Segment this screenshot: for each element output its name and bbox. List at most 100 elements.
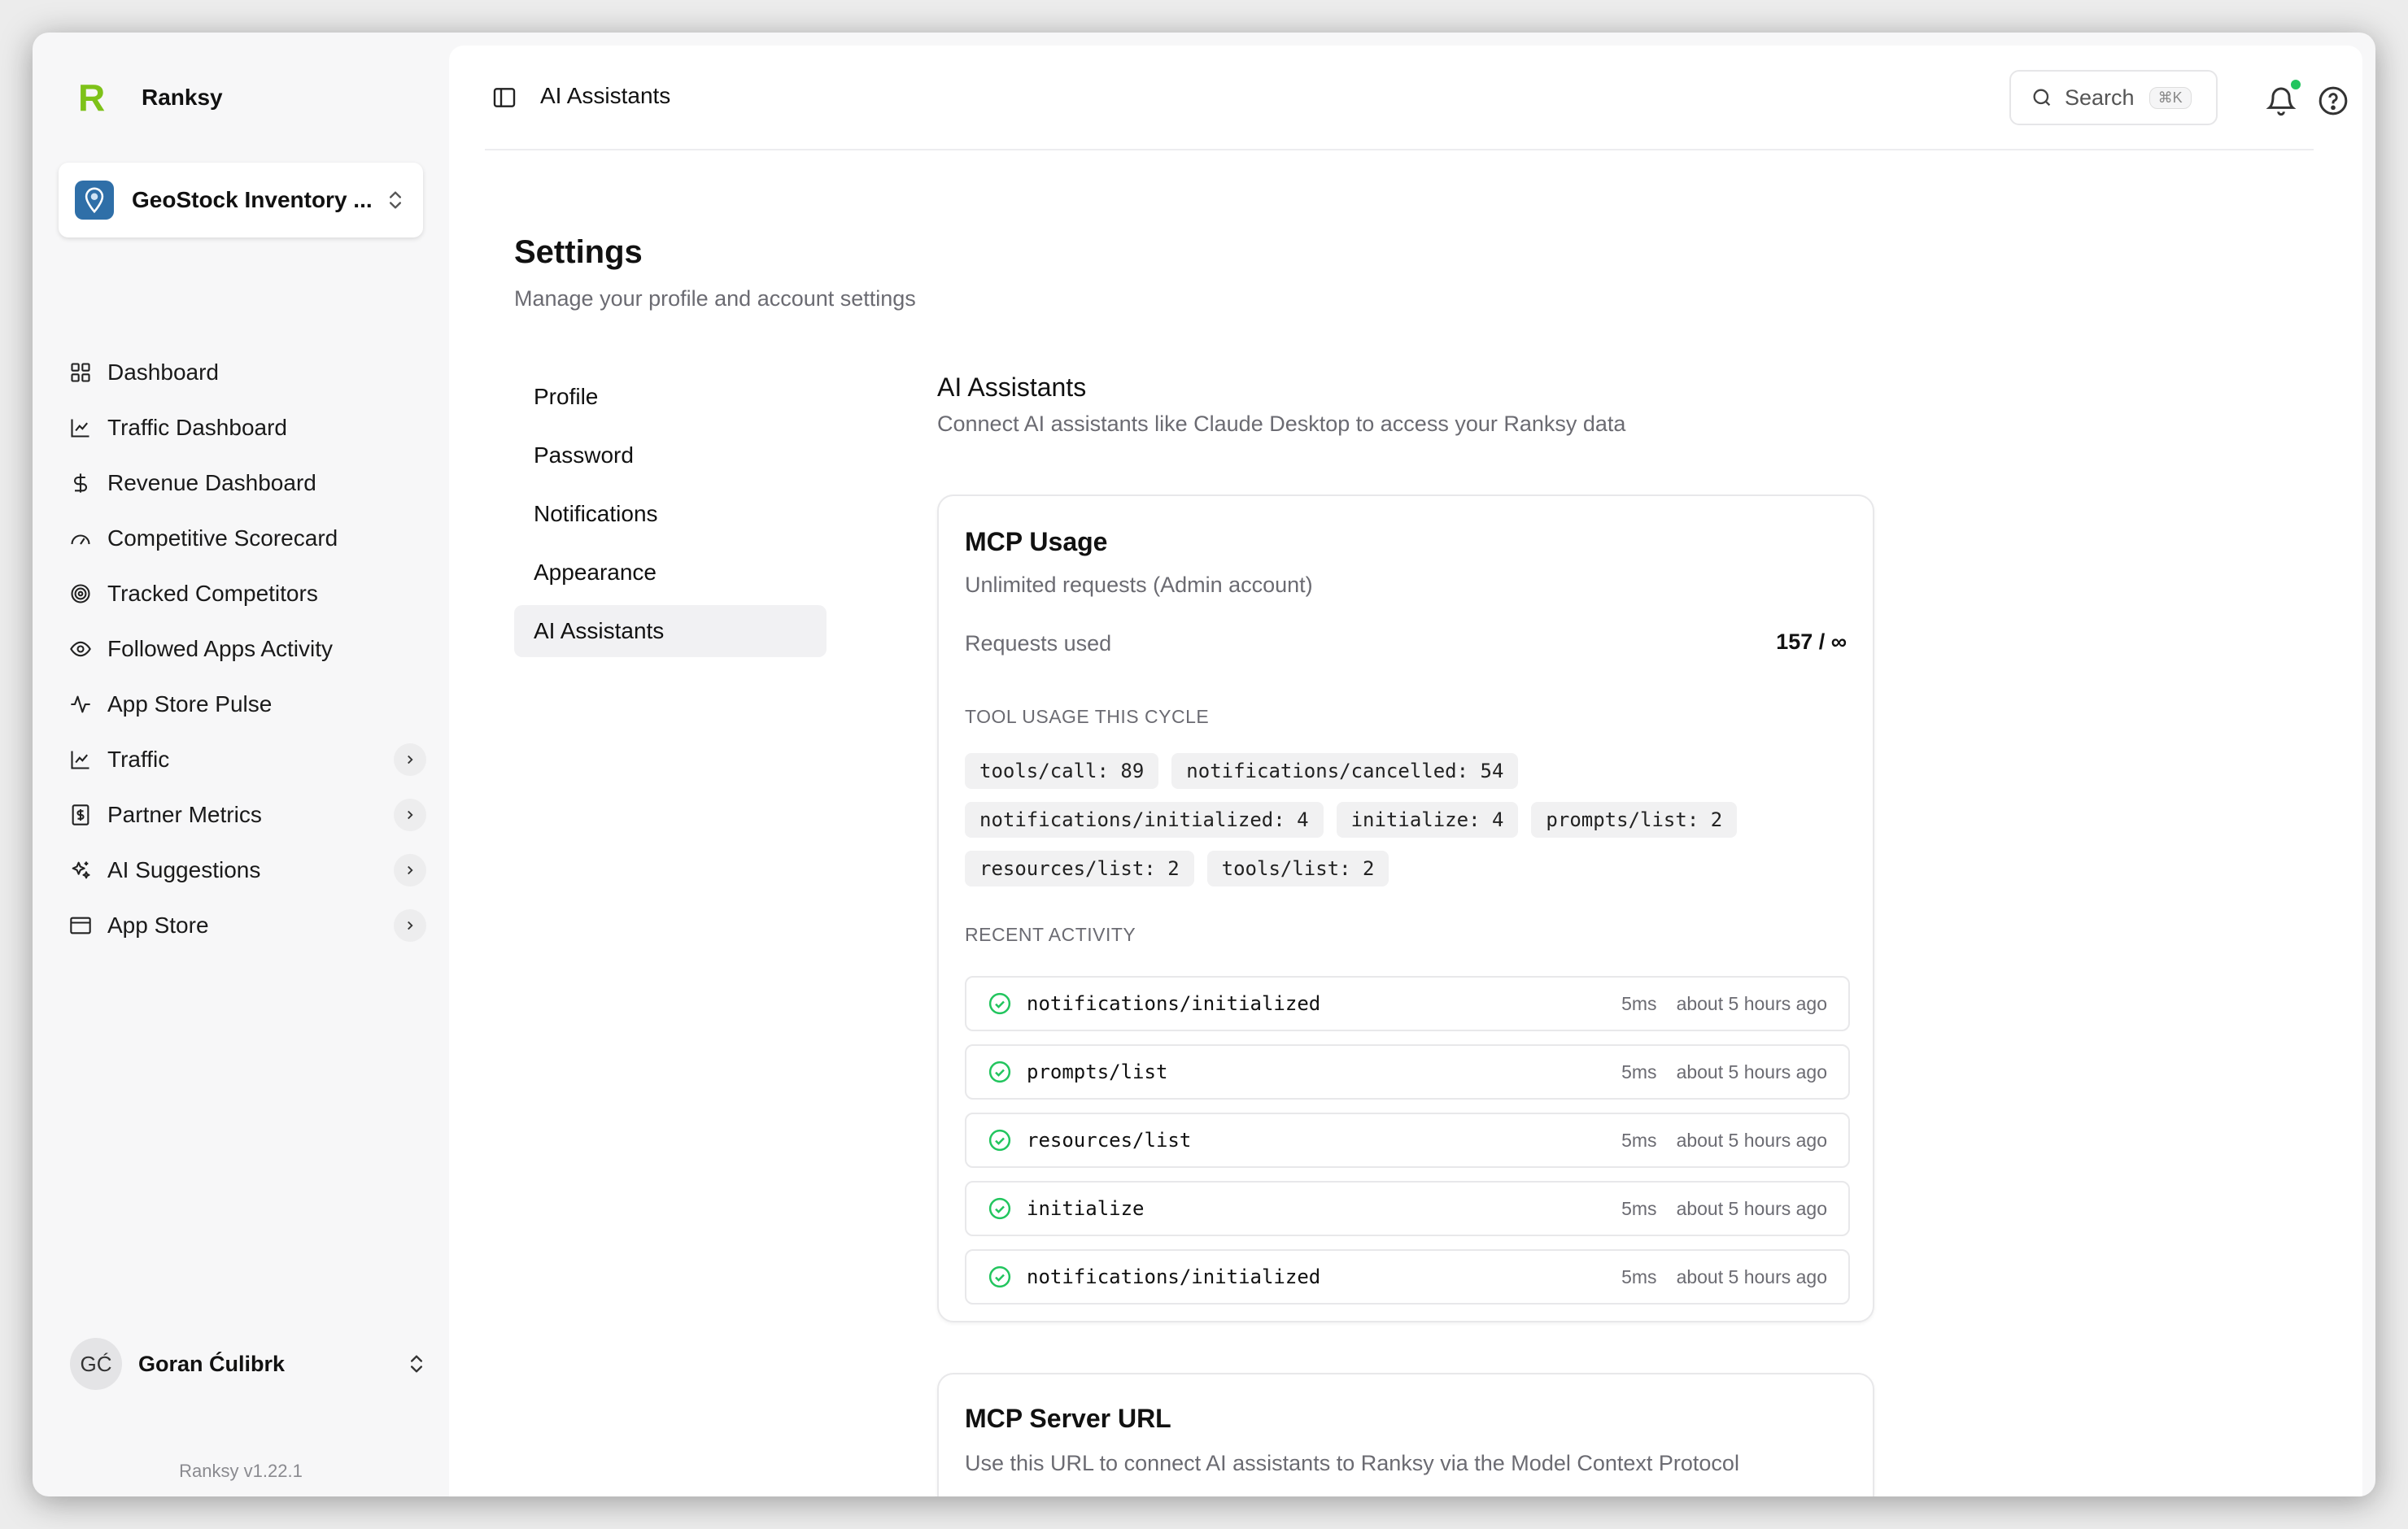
list-item: notifications/initialized 5ms about 5 ho…	[965, 976, 1850, 1031]
section-title: AI Assistants	[937, 372, 1087, 402]
recent-activity-list: notifications/initialized 5ms about 5 ho…	[965, 976, 1850, 1318]
sidebar-item-label: AI Suggestions	[107, 857, 261, 882]
brand-name: Ranksy	[142, 85, 223, 110]
sidebar-item-tracked-competitors[interactable]: Tracked Competitors	[68, 566, 426, 621]
activity-time: about 5 hours ago	[1676, 1197, 1827, 1219]
user-menu[interactable]: GĆ Goran Ćulibrk	[70, 1337, 428, 1391]
activity-time: about 5 hours ago	[1676, 1129, 1827, 1151]
tool-usage-chip: prompts/list: 2	[1531, 802, 1738, 838]
page-title: Settings	[514, 234, 643, 270]
sidebar-item-label: Followed Apps Activity	[107, 636, 334, 661]
tool-usage-heading: TOOL USAGE THIS CYCLE	[965, 706, 1210, 727]
search-button[interactable]: Search ⌘K	[2009, 70, 2218, 125]
workspace-switcher[interactable]: GeoStock Inventory ...	[59, 163, 423, 237]
search-icon	[2033, 89, 2051, 107]
app-version: Ranksy v1.22.1	[179, 1461, 303, 1481]
settings-nav-notifications[interactable]: Notifications	[514, 488, 827, 540]
settings-nav-appearance[interactable]: Appearance	[514, 547, 827, 599]
sidebar-item-label: Partner Metrics	[107, 802, 262, 827]
requests-used-label: Requests used	[965, 631, 1112, 656]
requests-used-value: 157 / ∞	[1776, 629, 1847, 654]
chevron-right-icon[interactable]	[394, 743, 426, 776]
tool-usage-chip: notifications/cancelled: 54	[1171, 753, 1519, 789]
topbar: AI Assistants Search ⌘K	[449, 46, 2362, 150]
breadcrumb: AI Assistants	[540, 83, 671, 108]
chevron-right-icon[interactable]	[394, 854, 426, 886]
sidebar-item-app-store[interactable]: App Store	[68, 898, 426, 953]
sidebar-item-partner-metrics[interactable]: Partner Metrics	[68, 787, 426, 843]
sidebar-item-ai-suggestions[interactable]: AI Suggestions	[68, 843, 426, 898]
app-window: R Ranksy GeoStock Inventory ... Dashboar…	[33, 33, 2375, 1496]
activity-duration: 5ms	[1621, 1197, 1657, 1219]
sidebar-item-competitive-scorecard[interactable]: Competitive Scorecard	[68, 511, 426, 566]
sidebar-item-dashboard[interactable]: Dashboard	[68, 345, 426, 400]
settings-nav-password[interactable]: Password	[514, 429, 827, 481]
card-title: MCP Usage	[965, 527, 1108, 556]
brand[interactable]: R Ranksy	[78, 76, 223, 119]
dollar-square-icon	[68, 803, 93, 827]
user-name: Goran Ćulibrk	[138, 1351, 286, 1376]
sidebar-item-label: App Store	[107, 913, 209, 938]
list-item: resources/list 5ms about 5 hours ago	[965, 1113, 1850, 1168]
sidebar-item-traffic[interactable]: Traffic	[68, 732, 426, 787]
workspace-name: GeoStock Inventory ...	[132, 187, 373, 212]
recent-activity-heading: RECENT ACTIVITY	[965, 924, 1136, 945]
check-circle-icon	[988, 992, 1011, 1015]
sidebar: R Ranksy GeoStock Inventory ... Dashboar…	[33, 33, 449, 1496]
activity-method: initialize	[1027, 1197, 1145, 1220]
dollar-icon	[68, 471, 93, 495]
activity-method: notifications/initialized	[1027, 1265, 1321, 1288]
sidebar-item-label: Revenue Dashboard	[107, 470, 316, 495]
sidebar-toggle-icon[interactable]	[491, 85, 517, 111]
tool-usage-chip: notifications/initialized: 4	[965, 802, 1324, 838]
notification-dot	[2289, 78, 2302, 91]
target-icon	[68, 582, 93, 606]
settings-nav-ai-assistants[interactable]: AI Assistants	[514, 605, 827, 657]
activity-duration: 5ms	[1621, 1061, 1657, 1082]
main-panel: AI Assistants Search ⌘K Settings Manage …	[449, 46, 2362, 1496]
card-title: MCP Server URL	[965, 1404, 1171, 1433]
settings-nav-profile[interactable]: Profile	[514, 371, 827, 423]
section-subtitle: Connect AI assistants like Claude Deskto…	[937, 412, 1626, 436]
activity-duration: 5ms	[1621, 1129, 1657, 1151]
activity-method: prompts/list	[1027, 1061, 1168, 1083]
chevron-right-icon[interactable]	[394, 909, 426, 942]
workspace-icon	[75, 181, 114, 220]
tool-usage-chip: initialize: 4	[1336, 802, 1519, 838]
sidebar-item-label: Traffic	[107, 747, 170, 772]
chevrons-up-down-icon	[411, 1355, 422, 1373]
check-circle-icon	[988, 1197, 1011, 1220]
line-chart-icon	[68, 747, 93, 772]
sidebar-item-traffic-dashboard[interactable]: Traffic Dashboard	[68, 400, 426, 455]
sidebar-item-revenue-dashboard[interactable]: Revenue Dashboard	[68, 455, 426, 511]
list-item: notifications/initialized 5ms about 5 ho…	[965, 1249, 1850, 1305]
activity-time: about 5 hours ago	[1676, 1061, 1827, 1082]
sidebar-item-followed-apps-activity[interactable]: Followed Apps Activity	[68, 621, 426, 677]
search-shortcut: ⌘K	[2148, 86, 2192, 109]
sidebar-nav: Dashboard Traffic Dashboard Revenue Dash…	[68, 345, 426, 953]
sidebar-item-app-store-pulse[interactable]: App Store Pulse	[68, 677, 426, 732]
check-circle-icon	[988, 1129, 1011, 1152]
check-circle-icon	[988, 1061, 1011, 1083]
sidebar-item-label: Traffic Dashboard	[107, 415, 287, 440]
activity-method: notifications/initialized	[1027, 992, 1321, 1015]
sidebar-item-label: Dashboard	[107, 359, 219, 385]
activity-duration: 5ms	[1621, 992, 1657, 1014]
browser-icon	[68, 913, 93, 938]
sidebar-item-label: App Store Pulse	[107, 691, 273, 717]
avatar: GĆ	[70, 1338, 122, 1390]
sparkles-icon	[68, 858, 93, 882]
chevron-right-icon[interactable]	[394, 799, 426, 831]
card-subtitle: Use this URL to connect AI assistants to…	[965, 1451, 1739, 1475]
sidebar-item-label: Tracked Competitors	[107, 581, 318, 606]
chevrons-up-down-icon	[390, 191, 401, 209]
mcp-usage-card: MCP Usage Unlimited requests (Admin acco…	[937, 494, 1874, 1322]
activity-method: resources/list	[1027, 1129, 1192, 1152]
search-label: Search	[2065, 85, 2135, 110]
tool-usage-list: tools/call: 89 notifications/cancelled: …	[965, 753, 1852, 886]
pulse-icon	[68, 692, 93, 717]
brand-logo: R	[78, 76, 106, 119]
help-icon[interactable]	[2317, 85, 2349, 117]
card-subtitle: Unlimited requests (Admin account)	[965, 573, 1313, 597]
list-item: prompts/list 5ms about 5 hours ago	[965, 1044, 1850, 1100]
